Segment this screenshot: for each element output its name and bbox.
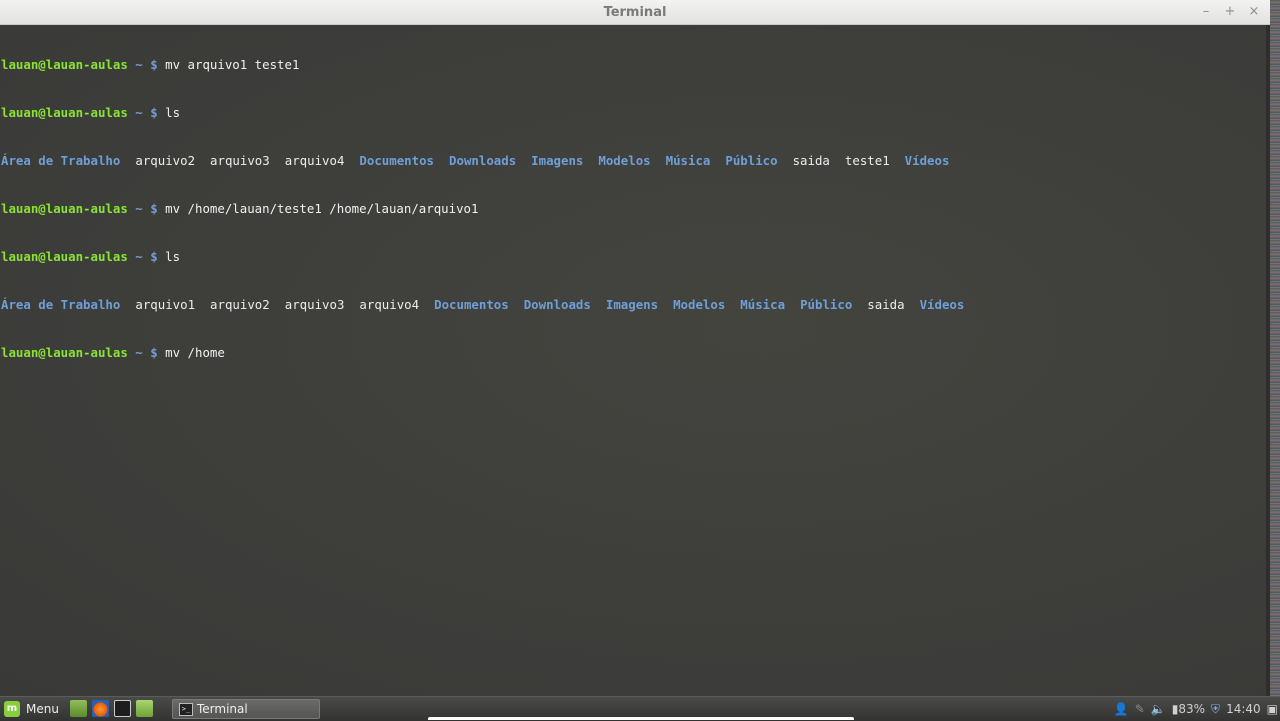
display-icon[interactable]: ▣ xyxy=(1267,697,1278,721)
ls-file-entry: arquivo2 xyxy=(210,297,270,312)
ls-directory-entry: Documentos xyxy=(434,297,509,312)
prompt-user: lauan@lauan-aulas xyxy=(1,201,128,216)
terminal-line: lauan@lauan-aulas ~ $ mv arquivo1 teste1 xyxy=(1,57,964,73)
ls-directory-entry: Modelos xyxy=(673,297,726,312)
ls-file-entry: arquivo1 xyxy=(135,297,196,312)
mint-logo-icon: m xyxy=(4,701,20,717)
command-input[interactable]: mv /home xyxy=(165,345,225,360)
command-text: mv arquivo1 teste1 xyxy=(165,57,300,72)
volume-icon[interactable]: 🔈 xyxy=(1151,697,1166,721)
pen-icon[interactable]: ✎ xyxy=(1135,697,1145,721)
terminal-line-current[interactable]: lauan@lauan-aulas ~ $ mv /home xyxy=(1,345,964,361)
terminal-window: Terminal – + × lauan@lauan-aulas ~ $ mv … xyxy=(0,0,1270,696)
terminal-line: lauan@lauan-aulas ~ $ ls xyxy=(1,249,964,265)
command-text: ls xyxy=(165,249,181,264)
command-text: ls xyxy=(165,105,181,120)
window-titlebar[interactable]: Terminal – + × xyxy=(0,0,1270,25)
files-icon[interactable] xyxy=(136,700,153,717)
ls-directory-entry: Público xyxy=(725,153,778,168)
terminal-line: lauan@lauan-aulas ~ $ ls xyxy=(1,105,964,121)
menu-button[interactable]: m Menu xyxy=(4,699,59,719)
ls-file-entry: arquivo2 xyxy=(135,153,196,168)
terminal-output[interactable]: lauan@lauan-aulas ~ $ mv arquivo1 teste1… xyxy=(0,25,1266,696)
firefox-icon[interactable] xyxy=(92,700,109,717)
ls-directory-entry: Downloads xyxy=(523,297,591,312)
ls-directory-entry: Documentos xyxy=(359,153,435,168)
ls-directory-entry: Vídeos xyxy=(919,297,965,312)
maximize-button[interactable]: + xyxy=(1220,2,1240,22)
window-controls: – + × xyxy=(1196,0,1264,24)
ls-directory-entry: Downloads xyxy=(449,153,517,168)
show-desktop-icon[interactable] xyxy=(70,700,87,717)
ls-directory-entry: Área de Trabalho xyxy=(1,153,121,168)
battery-percent: 83% xyxy=(1178,702,1206,716)
ls-directory-entry: Modelos xyxy=(598,153,651,168)
ls-directory-entry: Público xyxy=(800,297,853,312)
shield-icon[interactable]: ⛨ xyxy=(1211,697,1220,721)
ls-file-entry: arquivo4 xyxy=(284,153,345,168)
menu-label: Menu xyxy=(26,702,59,716)
prompt-path: ~ $ xyxy=(135,57,158,72)
command-text: mv /home/lauan/teste1 /home/lauan/arquiv… xyxy=(165,201,479,216)
ls-output-line: Área de Trabalho arquivo1 arquivo2 arquivo3… xyxy=(1,297,964,313)
ls-directory-entry: Área de Trabalho xyxy=(1,297,121,312)
ls-directory-entry: Música xyxy=(740,297,786,312)
prompt-path: ~ $ xyxy=(135,105,158,120)
ls-directory-entry: Vídeos xyxy=(904,153,950,168)
user-icon[interactable]: 👤 xyxy=(1114,697,1129,721)
terminal-icon: >_ xyxy=(179,702,193,716)
system-tray: 👤 ✎ 🔈 ▮ 83% ⛨ 14:40 ▣ xyxy=(1114,697,1280,721)
quick-launchers xyxy=(70,700,153,717)
prompt-path: ~ $ xyxy=(135,249,158,264)
ls-file-entry: arquivo3 xyxy=(284,297,345,312)
taskbar-item-label: Terminal xyxy=(197,702,248,716)
taskbar-item-terminal[interactable]: >_ Terminal xyxy=(172,699,320,719)
ls-directory-entry: Imagens xyxy=(605,297,659,312)
terminal-lines: lauan@lauan-aulas ~ $ mv arquivo1 teste1… xyxy=(1,25,964,393)
prompt-user: lauan@lauan-aulas xyxy=(1,345,128,360)
background-desktop-edge xyxy=(1270,0,1280,696)
ls-directory-entry: Música xyxy=(665,153,711,168)
battery-icon[interactable]: ▮ xyxy=(1172,697,1179,721)
prompt-user: lauan@lauan-aulas xyxy=(1,105,128,120)
prompt-path: ~ $ xyxy=(135,201,158,216)
ls-file-entry: arquivo4 xyxy=(359,297,420,312)
prompt-user: lauan@lauan-aulas xyxy=(1,249,128,264)
prompt-user: lauan@lauan-aulas xyxy=(1,57,128,72)
ls-output-line: Área de Trabalho arquivo2 arquivo3 arquivo4… xyxy=(1,153,964,169)
clock[interactable]: 14:40 xyxy=(1226,697,1261,721)
ls-directory-entry: Imagens xyxy=(531,153,584,168)
prompt-path: ~ $ xyxy=(135,345,158,360)
ls-file-entry: saida xyxy=(867,297,905,312)
minimize-button[interactable]: – xyxy=(1196,2,1216,22)
close-button[interactable]: × xyxy=(1244,2,1264,22)
terminal-line: lauan@lauan-aulas ~ $ mv /home/lauan/tes… xyxy=(1,201,964,217)
window-title: Terminal xyxy=(603,5,667,20)
terminal-launcher-icon[interactable] xyxy=(114,700,131,717)
ls-file-entry: arquivo3 xyxy=(210,153,270,168)
ls-file-entry: saida xyxy=(792,153,830,168)
ls-file-entry: teste1 xyxy=(844,153,890,168)
